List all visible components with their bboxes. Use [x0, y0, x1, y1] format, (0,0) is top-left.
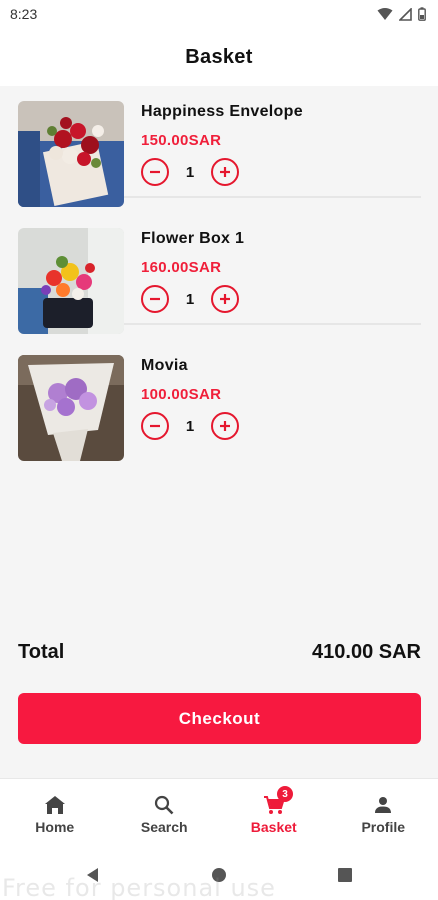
nav-item-search[interactable]: Search [110, 779, 220, 850]
watermark-text: Free for personal use [2, 874, 276, 900]
minus-icon [150, 297, 160, 301]
total-label: Total [18, 641, 65, 663]
item-image-flower-box [18, 228, 124, 334]
decrease-quantity-button[interactable] [141, 285, 169, 313]
basket-item: Happiness Envelope 150.00SAR 1 [18, 86, 421, 207]
recents-icon[interactable] [337, 867, 353, 883]
item-price: 160.00SAR [141, 259, 222, 276]
quantity-value: 1 [185, 290, 195, 308]
nav-label: Search [140, 819, 188, 835]
status-icons [377, 7, 426, 21]
app-bar: Basket [0, 28, 438, 86]
total-value: 410.00 SAR [312, 641, 421, 663]
minus-icon [150, 424, 160, 428]
nav-item-home[interactable]: Home [0, 779, 110, 850]
item-price: 150.00SAR [141, 132, 222, 149]
nav-label: Home [35, 819, 75, 835]
status-time: 8:23 [10, 6, 38, 22]
bottom-nav: Home Search 3 Basket Profile [0, 778, 438, 850]
page-title: Basket [185, 45, 253, 68]
quantity-stepper: 1 [141, 411, 239, 441]
item-name: Flower Box 1 [141, 230, 245, 247]
increase-quantity-button[interactable] [211, 412, 239, 440]
nav-label: Profile [361, 819, 406, 835]
decrease-quantity-button[interactable] [141, 158, 169, 186]
quantity-stepper: 1 [141, 157, 239, 187]
checkout-button[interactable]: Checkout [18, 693, 421, 744]
plus-icon [220, 421, 230, 431]
quantity-value: 1 [185, 163, 195, 181]
nav-label: Basket [250, 819, 297, 835]
increase-quantity-button[interactable] [211, 158, 239, 186]
basket-item: Flower Box 1 160.00SAR 1 [18, 213, 421, 334]
plus-icon [220, 167, 230, 177]
signal-icon [399, 7, 412, 21]
nav-item-basket[interactable]: 3 Basket [219, 779, 329, 850]
cart-badge: 3 [277, 786, 293, 802]
person-icon [375, 797, 392, 813]
minus-icon [150, 170, 160, 174]
item-name: Movia [141, 357, 188, 374]
home-icon [44, 796, 65, 814]
basket-list: Happiness Envelope 150.00SAR 1 Flower Bo… [0, 86, 438, 778]
search-icon [155, 795, 174, 815]
plus-icon [220, 294, 230, 304]
total-row: Total 410.00 SAR [18, 641, 421, 664]
battery-icon [418, 7, 426, 21]
item-image-bouquet [18, 355, 124, 461]
item-price: 100.00SAR [141, 386, 222, 403]
decrease-quantity-button[interactable] [141, 412, 169, 440]
item-name: Happiness Envelope [141, 103, 303, 120]
quantity-value: 1 [185, 417, 195, 435]
increase-quantity-button[interactable] [211, 285, 239, 313]
nav-item-profile[interactable]: Profile [329, 779, 438, 850]
item-image-roses [18, 101, 124, 207]
basket-item: Movia 100.00SAR 1 [18, 340, 421, 461]
status-bar: 8:23 [0, 0, 438, 28]
quantity-stepper: 1 [141, 284, 239, 314]
wifi-icon [377, 8, 393, 20]
